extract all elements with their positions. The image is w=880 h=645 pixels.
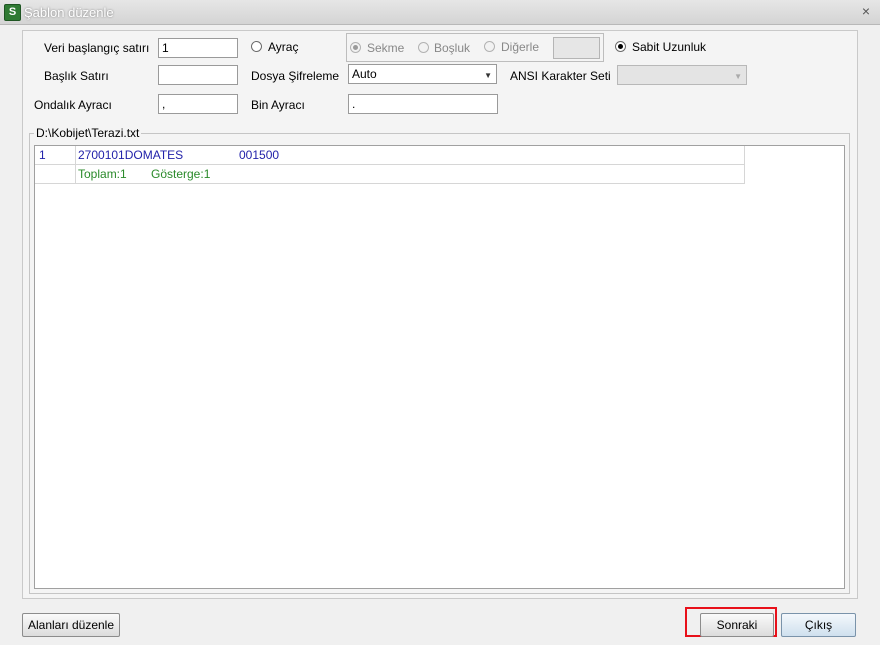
exit-button[interactable]: Çıkış: [781, 613, 856, 637]
file-path-label: D:\Kobijet\Terazi.txt: [34, 126, 142, 140]
app-logo-icon: S: [4, 4, 21, 21]
file-preview-grid[interactable]: 1 2700101DOMATES 001500 Toplam:1 Gösterg…: [34, 145, 845, 589]
file-encoding-select[interactable]: Auto ▼: [348, 64, 497, 84]
summary-row: Toplam:1 Gösterge:1: [35, 165, 745, 184]
grid-right-border: [744, 146, 745, 183]
data-start-row-input[interactable]: 1: [158, 38, 238, 58]
fixed-length-label: Sabit Uzunluk: [632, 40, 707, 54]
total-count: Toplam:1: [78, 167, 127, 181]
table-row[interactable]: 1 2700101DOMATES 001500: [35, 146, 745, 165]
row-cell-amount: 001500: [239, 148, 280, 162]
other-delimiter-input[interactable]: [553, 37, 600, 59]
delimiter-radio[interactable]: [251, 41, 262, 52]
chevron-down-icon: ▼: [484, 71, 492, 80]
decimal-separator-input[interactable]: ,: [158, 94, 238, 114]
file-encoding-label: Dosya Şifreleme: [251, 69, 340, 83]
file-encoding-value: Auto: [352, 67, 377, 81]
tab-radio[interactable]: [350, 42, 361, 53]
shown-count: Gösterge:1: [151, 167, 211, 181]
title-bar: S Şablon düzenle ×: [0, 0, 880, 25]
other-radio[interactable]: [484, 41, 495, 52]
fixed-length-radio[interactable]: [615, 41, 626, 52]
header-row-input[interactable]: [158, 65, 238, 85]
row-cell-product: 2700101DOMATES: [78, 148, 184, 162]
edit-fields-button[interactable]: Alanları düzenle: [22, 613, 120, 637]
space-label: Boşluk: [434, 41, 471, 55]
window-title: Şablon düzenle: [24, 5, 114, 20]
thousand-separator-input[interactable]: .: [348, 94, 498, 114]
decimal-separator-label: Ondalık Ayracı: [34, 98, 112, 112]
tab-label: Sekme: [367, 41, 405, 55]
other-label: Diğerle: [501, 40, 540, 54]
thousand-separator-label: Bin Ayracı: [251, 98, 305, 112]
chevron-down-icon: ▼: [734, 72, 742, 81]
delimiter-label: Ayraç: [268, 40, 299, 54]
column-divider: [75, 146, 76, 164]
space-radio[interactable]: [418, 42, 429, 53]
data-start-row-label: Veri başlangıç satırı: [44, 41, 150, 55]
next-button[interactable]: Sonraki: [700, 613, 774, 637]
column-divider: [75, 165, 76, 183]
ansi-charset-label: ANSI Karakter Seti: [510, 69, 611, 83]
row-number: 1: [39, 148, 46, 162]
ansi-charset-select[interactable]: ▼: [617, 65, 747, 85]
close-icon[interactable]: ×: [862, 3, 870, 19]
header-row-label: Başlık Satırı: [44, 69, 109, 83]
